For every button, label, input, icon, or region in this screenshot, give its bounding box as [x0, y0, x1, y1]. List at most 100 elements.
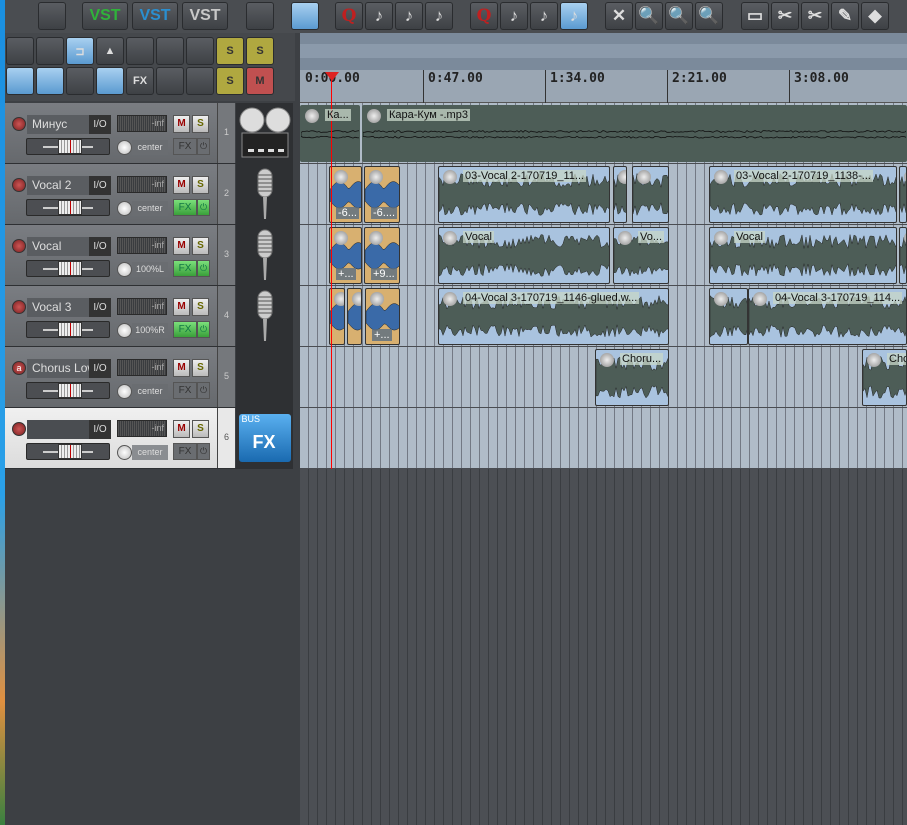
track-lane[interactable]: [300, 408, 907, 469]
io-button[interactable]: I/O: [89, 237, 111, 256]
folder-green-button[interactable]: [156, 67, 184, 95]
note-button[interactable]: ♪: [395, 2, 423, 30]
media-item[interactable]: 03-Vocal 2-170719_11...: [438, 166, 610, 223]
fx-button[interactable]: FX: [173, 443, 197, 460]
fx-button[interactable]: FX: [173, 199, 197, 216]
fx-bypass-button[interactable]: ⏻: [197, 260, 210, 277]
fader-handle[interactable]: [58, 261, 82, 276]
volume-fader[interactable]: [26, 443, 110, 460]
item-volume-knob[interactable]: [714, 292, 728, 306]
playhead[interactable]: [331, 73, 332, 469]
solo-button[interactable]: S: [192, 176, 209, 194]
item-volume-knob[interactable]: [370, 292, 384, 306]
ripple-all-button[interactable]: [66, 67, 94, 95]
item-volume-knob[interactable]: [618, 231, 632, 245]
item-volume-knob[interactable]: [334, 292, 345, 306]
track-6[interactable]: I/O -inf M Scenter FX ⏻ 6 BUS FX: [5, 408, 293, 469]
volume-fader[interactable]: [26, 260, 110, 277]
fx-button[interactable]: FX: [173, 138, 197, 155]
media-item[interactable]: Chor: [862, 349, 907, 406]
item-volume-knob[interactable]: [334, 231, 348, 245]
track-4[interactable]: Vocal 3 I/O -inf M S 100%R FX ⏻ 4: [5, 286, 293, 347]
item-volume-knob[interactable]: [369, 231, 383, 245]
vst-blue-button[interactable]: VST: [132, 2, 178, 30]
snap-button[interactable]: [36, 37, 64, 65]
ruler-button[interactable]: [96, 67, 124, 95]
fader-handle[interactable]: [58, 383, 82, 398]
media-item[interactable]: Vocal: [709, 227, 897, 284]
media-item[interactable]: Ка...: [300, 105, 360, 162]
fx-bypass-button[interactable]: ⏻: [197, 443, 210, 460]
media-item[interactable]: [347, 288, 362, 345]
scissors-button[interactable]: ✂: [801, 2, 829, 30]
item-volume-knob[interactable]: [714, 231, 728, 245]
solo-button[interactable]: S: [192, 359, 209, 377]
item-volume-knob[interactable]: [352, 292, 362, 306]
io-button[interactable]: I/O: [89, 420, 111, 439]
item-volume-knob[interactable]: [367, 109, 381, 123]
volume-fader[interactable]: [26, 321, 110, 338]
fx-button[interactable]: FX: [173, 382, 197, 399]
zoom-undo-button[interactable]: 🔍: [695, 2, 723, 30]
item-volume-knob[interactable]: [443, 292, 457, 306]
folder-eye-button[interactable]: [156, 37, 184, 65]
item-volume-knob[interactable]: [637, 170, 651, 184]
fader-handle[interactable]: [58, 444, 82, 459]
folder-button[interactable]: [186, 37, 214, 65]
mute-button[interactable]: M: [173, 359, 190, 377]
fx-button[interactable]: FX: [173, 321, 197, 338]
pan-knob[interactable]: [117, 140, 132, 155]
media-item[interactable]: Choru...: [595, 349, 669, 406]
media-item[interactable]: 04-Vocal 3-170719_114...: [748, 288, 907, 345]
media-item[interactable]: [632, 166, 669, 223]
note-button[interactable]: ♪: [365, 2, 393, 30]
track-name[interactable]: Vocal 2: [27, 176, 89, 195]
ripple-button[interactable]: [36, 67, 64, 95]
pencil-button[interactable]: ✎: [831, 2, 859, 30]
fader-handle[interactable]: [58, 200, 82, 215]
vst-green-button[interactable]: VST: [82, 2, 128, 30]
media-item[interactable]: -6....: [364, 166, 400, 223]
record-arm-button[interactable]: [12, 239, 26, 253]
pan-knob[interactable]: [117, 201, 132, 216]
item-volume-knob[interactable]: [443, 231, 457, 245]
clapperboard-button[interactable]: [246, 2, 274, 30]
eraser-button[interactable]: ◆: [861, 2, 889, 30]
solo-button[interactable]: S: [192, 298, 209, 316]
media-item[interactable]: Vo...: [613, 227, 669, 284]
solo-d-button[interactable]: S: [216, 37, 244, 65]
pan-knob[interactable]: [117, 445, 132, 460]
track-1[interactable]: Минус I/O -inf M Scenter FX ⏻ 1: [5, 103, 293, 164]
fader-handle[interactable]: [58, 139, 82, 154]
media-item[interactable]: +9...: [364, 227, 400, 284]
pan-knob[interactable]: [117, 384, 132, 399]
record-arm-button[interactable]: [12, 117, 26, 131]
track-name[interactable]: Минус: [27, 115, 89, 134]
timeline-ruler[interactable]: 0:00.00 0:47.00 1:34.00 2:21.00 3:08.00: [300, 70, 907, 103]
track-name[interactable]: Vocal: [27, 237, 89, 256]
folder-button[interactable]: [186, 67, 214, 95]
record-arm-button[interactable]: [12, 300, 26, 314]
pan-knob[interactable]: [117, 323, 132, 338]
media-item[interactable]: Кара-Кум -.mp3: [362, 105, 907, 162]
track-lane[interactable]: Ка... Кара-Кум -.mp3: [300, 103, 907, 164]
note-button[interactable]: ♪: [425, 2, 453, 30]
solo-button[interactable]: S: [192, 420, 209, 438]
track-name[interactable]: Vocal 3: [27, 298, 89, 317]
magnet-button[interactable]: ⊐: [66, 37, 94, 65]
arrange-empty-area[interactable]: [300, 469, 907, 825]
envelope-button[interactable]: [6, 67, 34, 95]
item-volume-knob[interactable]: [753, 292, 767, 306]
item-volume-knob[interactable]: [369, 170, 383, 184]
track-5[interactable]: aChorus LowI/O -inf MScenter FX⏻ 5: [5, 347, 293, 408]
track-3[interactable]: Vocal I/O -inf M S 100%L FX ⏻ 3: [5, 225, 293, 286]
zoom-green-button[interactable]: 🔍: [665, 2, 693, 30]
fader-handle[interactable]: [58, 322, 82, 337]
arrange-view[interactable]: Ка... Кара-Кум -.mp3 -6... -6.... 03-Vocal 2…: [300, 103, 907, 469]
media-item[interactable]: 04-Vocal 3-170719_1146-glued.w...: [438, 288, 669, 345]
record-arm-button[interactable]: [12, 422, 26, 436]
record-arm-button[interactable]: [12, 178, 26, 192]
volume-fader[interactable]: [26, 138, 110, 155]
pan-knob[interactable]: [117, 262, 132, 277]
fx-bypass-button[interactable]: ⏻: [197, 321, 210, 338]
